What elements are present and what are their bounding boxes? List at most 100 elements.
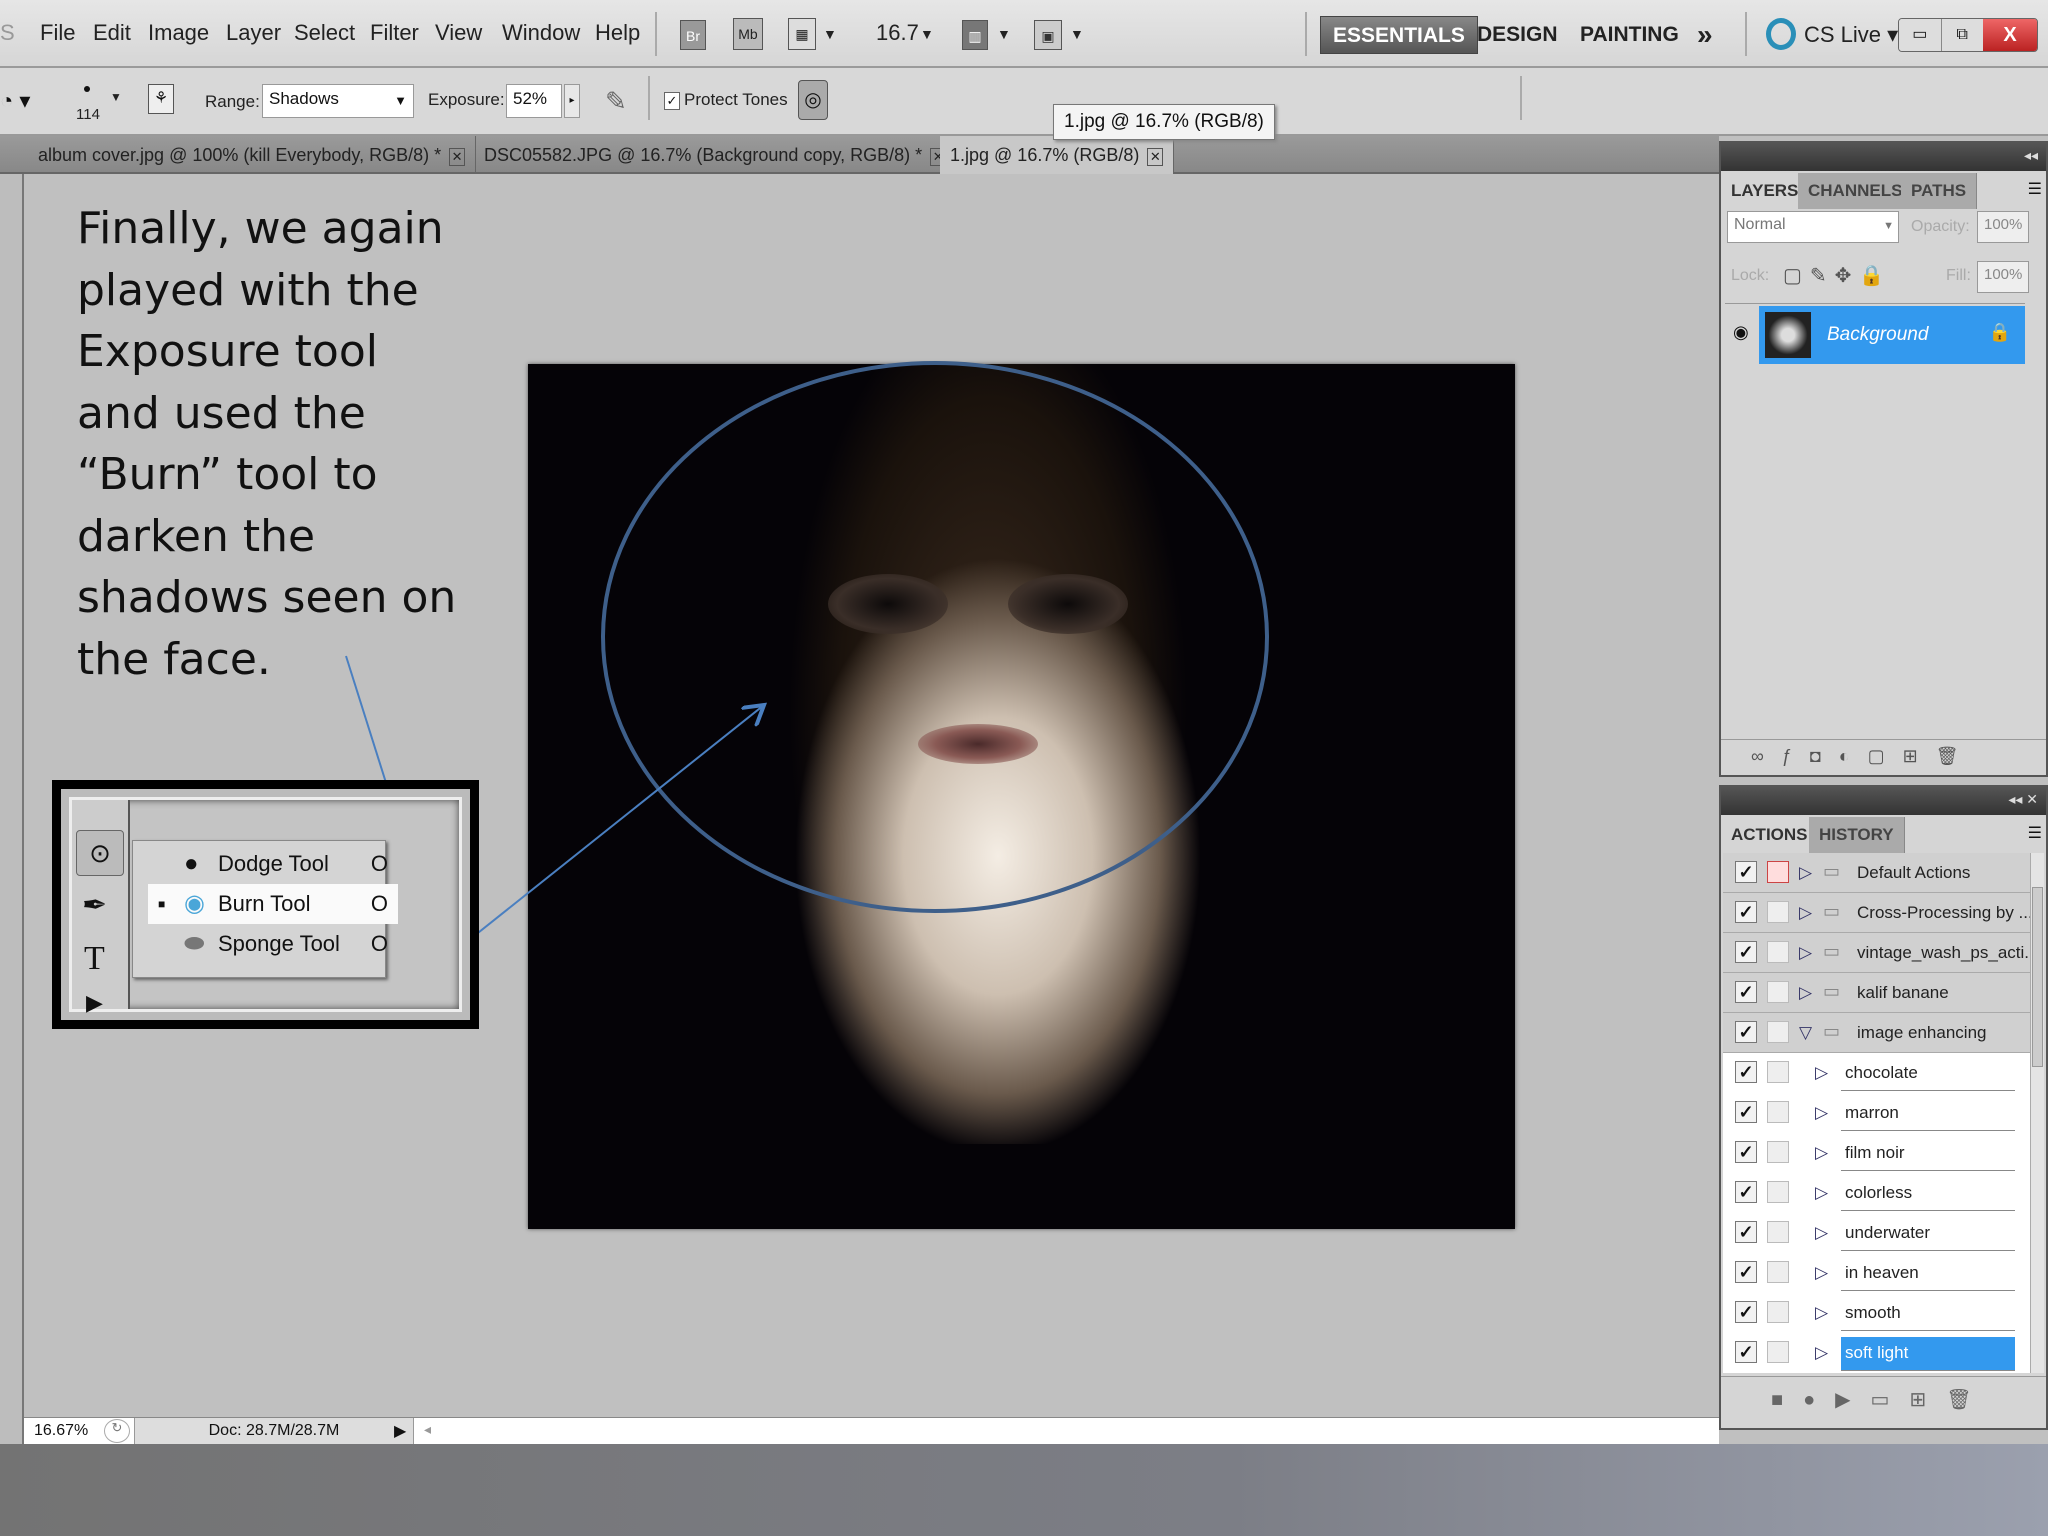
opacity-input[interactable]: 100% bbox=[1977, 211, 2029, 243]
action-label-box: marron bbox=[1841, 1097, 2015, 1131]
toggle-checkbox[interactable]: ✓ bbox=[1735, 981, 1757, 1003]
toggle-checkbox[interactable]: ✓ bbox=[1735, 1341, 1757, 1363]
dialog-toggle[interactable] bbox=[1767, 1341, 1789, 1363]
toggle-checkbox[interactable]: ✓ bbox=[1735, 1261, 1757, 1283]
expand-icon[interactable]: ▷ bbox=[1815, 1183, 1828, 1203]
expand-icon[interactable]: ▷ bbox=[1815, 1103, 1828, 1123]
inset-inner: ⊙ ✒ T ▶ ● Dodge Tool O ■ ◉ Burn Tool O ⬬ Spong… bbox=[69, 797, 462, 1015]
selected-marker: ■ bbox=[158, 897, 166, 911]
action-name: marron bbox=[1845, 1103, 1899, 1122]
zoom-readout[interactable]: 16.67% bbox=[34, 1422, 88, 1440]
expand-icon[interactable]: ▷ bbox=[1815, 1063, 1828, 1083]
action-name: underwater bbox=[1845, 1223, 1931, 1242]
action-item[interactable]: ✓ ▷ film noir bbox=[1723, 1133, 2033, 1173]
tab-history[interactable]: HISTORY bbox=[1809, 817, 1905, 853]
tab-channels[interactable]: CHANNELS bbox=[1798, 173, 1914, 209]
status-menu-arrow[interactable]: ▶ bbox=[394, 1421, 406, 1441]
expand-icon[interactable]: ▷ bbox=[1815, 1223, 1828, 1243]
shortcut-key: O bbox=[370, 891, 388, 916]
expand-icon[interactable]: ▷ bbox=[1799, 983, 1812, 1003]
layers-footer-buttons[interactable]: ∞ƒ◘◐▢⊞🗑 bbox=[1721, 739, 2046, 775]
tool-label: Sponge Tool bbox=[218, 931, 340, 956]
action-item[interactable]: ✓ ▷ underwater bbox=[1723, 1213, 2033, 1253]
dialog-toggle[interactable] bbox=[1767, 1141, 1789, 1163]
dialog-toggle[interactable] bbox=[1767, 1301, 1789, 1323]
actions-list: ✓ ▷ ▭ Default Actions ✓ ▷ ▭ Cross-Processing b… bbox=[1723, 853, 2033, 1373]
lock-icon: 🔒 bbox=[1988, 322, 2011, 342]
expand-icon[interactable]: ▷ bbox=[1799, 863, 1812, 883]
toggle-checkbox[interactable]: ✓ bbox=[1735, 1301, 1757, 1323]
actions-footer-buttons[interactable]: ■●▶▭⊞🗑 bbox=[1721, 1376, 2046, 1428]
action-item[interactable]: ✓ ▷ soft light bbox=[1723, 1333, 2033, 1373]
burn-tool-icon[interactable]: ⊙ bbox=[76, 830, 124, 876]
tab-actions[interactable]: ACTIONS bbox=[1721, 817, 1819, 853]
action-label-box: underwater bbox=[1841, 1217, 2015, 1251]
action-set[interactable]: ✓ ▷ ▭ Default Actions bbox=[1723, 853, 2033, 893]
toggle-checkbox[interactable]: ✓ bbox=[1735, 861, 1757, 883]
collapse-icon[interactable]: ◂◂ bbox=[2024, 147, 2038, 164]
expand-icon[interactable]: ▷ bbox=[1815, 1143, 1828, 1163]
action-set[interactable]: ✓ ▷ ▭ Cross-Processing by ... bbox=[1723, 893, 2033, 933]
menu-item-sponge-tool[interactable]: ⬬ Sponge Tool O bbox=[148, 924, 398, 964]
folder-icon: ▭ bbox=[1823, 941, 1841, 961]
visibility-eye-icon[interactable]: ◉ bbox=[1733, 322, 1749, 343]
expand-icon[interactable]: ▷ bbox=[1815, 1343, 1828, 1363]
expand-icon[interactable]: ▷ bbox=[1799, 903, 1812, 923]
actions-scrollbar[interactable] bbox=[2030, 853, 2044, 1373]
scroll-left-icon[interactable]: ◂ bbox=[424, 1421, 431, 1438]
dialog-toggle[interactable] bbox=[1767, 861, 1789, 883]
layer-thumbnail bbox=[1765, 312, 1811, 358]
dialog-toggle[interactable] bbox=[1767, 1221, 1789, 1243]
dialog-toggle[interactable] bbox=[1767, 941, 1789, 963]
dialog-toggle[interactable] bbox=[1767, 1101, 1789, 1123]
action-item[interactable]: ✓ ▷ in heaven bbox=[1723, 1253, 2033, 1293]
expand-icon[interactable]: ▷ bbox=[1815, 1263, 1828, 1283]
pen-tool-icon[interactable]: ✒ bbox=[82, 888, 107, 923]
dialog-toggle[interactable] bbox=[1767, 1181, 1789, 1203]
toggle-checkbox[interactable]: ✓ bbox=[1735, 1141, 1757, 1163]
dialog-toggle[interactable] bbox=[1767, 1261, 1789, 1283]
action-name: in heaven bbox=[1845, 1263, 1919, 1282]
panel-header: ◂◂ bbox=[1721, 143, 2046, 171]
share-icon[interactable]: ↻ bbox=[104, 1419, 130, 1443]
action-set-name: Default Actions bbox=[1857, 863, 1971, 882]
inset-toolbar: ⊙ ✒ T ▶ bbox=[72, 800, 130, 1015]
tab-paths[interactable]: PATHS bbox=[1901, 173, 1978, 209]
toggle-checkbox[interactable]: ✓ bbox=[1735, 1061, 1757, 1083]
action-item[interactable]: ✓ ▷ chocolate bbox=[1723, 1053, 2033, 1093]
toggle-checkbox[interactable]: ✓ bbox=[1735, 1101, 1757, 1123]
menu-item-dodge-tool[interactable]: ● Dodge Tool O bbox=[148, 844, 398, 884]
scrollbar-thumb[interactable] bbox=[2032, 887, 2043, 1067]
dialog-toggle[interactable] bbox=[1767, 1021, 1789, 1043]
folder-icon: ▭ bbox=[1823, 861, 1841, 881]
panel-menu-icon[interactable]: ☰ bbox=[2028, 179, 2042, 199]
panel-menu-icon[interactable]: ☰ bbox=[2028, 823, 2042, 843]
dialog-toggle[interactable] bbox=[1767, 981, 1789, 1003]
dialog-toggle[interactable] bbox=[1767, 1061, 1789, 1083]
toggle-checkbox[interactable]: ✓ bbox=[1735, 901, 1757, 923]
path-selection-icon[interactable]: ▶ bbox=[86, 990, 103, 1016]
toggle-checkbox[interactable]: ✓ bbox=[1735, 1021, 1757, 1043]
dialog-toggle[interactable] bbox=[1767, 901, 1789, 923]
toggle-checkbox[interactable]: ✓ bbox=[1735, 1181, 1757, 1203]
action-item[interactable]: ✓ ▷ marron bbox=[1723, 1093, 2033, 1133]
action-item[interactable]: ✓ ▷ smooth bbox=[1723, 1293, 2033, 1333]
blend-mode-select[interactable]: Normal ▼ bbox=[1727, 211, 1899, 243]
expand-icon[interactable]: ▷ bbox=[1815, 1303, 1828, 1323]
menu-item-burn-tool[interactable]: ■ ◉ Burn Tool O bbox=[148, 884, 398, 924]
action-set[interactable]: ✓ ▷ ▭ vintage_wash_ps_acti... bbox=[1723, 933, 2033, 973]
action-set[interactable]: ✓ ▽ ▭ image enhancing bbox=[1723, 1013, 2033, 1053]
layer-row-background[interactable]: ◉ Background 🔒 bbox=[1725, 303, 2025, 365]
collapse-icon[interactable]: ▽ bbox=[1799, 1023, 1812, 1043]
fill-input[interactable]: 100% bbox=[1977, 261, 2029, 293]
type-tool-icon[interactable]: T bbox=[84, 940, 105, 978]
expand-icon[interactable]: ▷ bbox=[1799, 943, 1812, 963]
tab-layers[interactable]: LAYERS bbox=[1721, 173, 1810, 209]
toggle-checkbox[interactable]: ✓ bbox=[1735, 941, 1757, 963]
close-panel-icon[interactable]: ◂◂ ✕ bbox=[2008, 791, 2038, 808]
action-set[interactable]: ✓ ▷ ▭ kalif banane bbox=[1723, 973, 2033, 1013]
lock-icons[interactable]: ▢✎✥🔒 bbox=[1783, 263, 1892, 288]
toggle-checkbox[interactable]: ✓ bbox=[1735, 1221, 1757, 1243]
chevron-down-icon: ▼ bbox=[1883, 220, 1894, 232]
action-item[interactable]: ✓ ▷ colorless bbox=[1723, 1173, 2033, 1213]
